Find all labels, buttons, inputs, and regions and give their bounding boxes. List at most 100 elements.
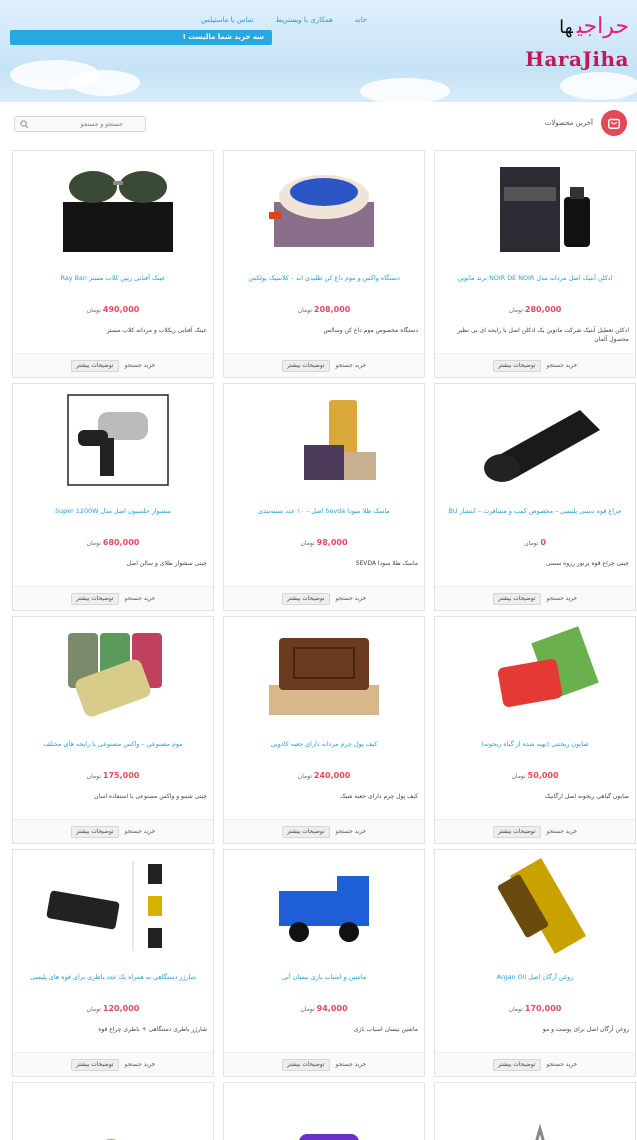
- product-image-wallet[interactable]: [224, 617, 424, 729]
- cloud-decoration: [70, 70, 140, 96]
- price-row: 98,000تومان: [224, 538, 424, 547]
- currency: تومان: [300, 540, 315, 547]
- more-info-button[interactable]: توضیحات بیشتر: [492, 825, 541, 838]
- buy-button[interactable]: خرید جستجو: [547, 1062, 578, 1068]
- product-card[interactable]: [434, 1082, 636, 1140]
- product-title[interactable]: موم مصنوعی – واکس مصنوعی با رایحه های مخ…: [17, 739, 209, 761]
- buy-button[interactable]: خرید جستجو: [125, 363, 156, 369]
- more-info-button[interactable]: توضیحات بیشتر: [281, 825, 330, 838]
- more-info-button[interactable]: توضیحات بیشتر: [492, 1058, 541, 1071]
- currency: تومان: [86, 307, 101, 314]
- card-actions: خرید جستجو توضیحات بیشتر: [224, 1052, 424, 1076]
- site-logo[interactable]: حراجیها HaraJiha: [509, 14, 629, 84]
- product-title[interactable]: ماسک طلا سودا Sevda اصل – ۱۰ عدد بسته‌بن…: [228, 506, 420, 528]
- product-card[interactable]: سشوار حلسیون اصل مدل Super 1200W 680,000…: [12, 383, 214, 611]
- buy-button[interactable]: خرید جستجو: [336, 596, 367, 602]
- product-card[interactable]: عینک آفتابی ریبن کلاب مستر Ray Ban 490,0…: [12, 150, 214, 378]
- product-grid: ادکلن آنتیک اصل مردانه مدل NOIR DE NOIR …: [12, 150, 636, 1140]
- buy-button[interactable]: خرید جستجو: [547, 829, 578, 835]
- product-card[interactable]: کیف پول چرم مردانه دارای جعبه کادویی 240…: [223, 616, 425, 844]
- product-card[interactable]: ادکلن آنتیک اصل مردانه مدل NOIR DE NOIR …: [434, 150, 636, 378]
- product-image-perfume[interactable]: [435, 151, 635, 263]
- product-title[interactable]: چراغ قوه دستی پلیسی – مخصوص کمپ و مسافرت…: [439, 506, 631, 528]
- product-card[interactable]: [12, 1082, 214, 1140]
- product-image-toy-truck[interactable]: [224, 850, 424, 962]
- buy-button[interactable]: خرید جستجو: [125, 829, 156, 835]
- product-title[interactable]: ادکلن آنتیک اصل مردانه مدل NOIR DE NOIR …: [439, 273, 631, 295]
- nav-item-home[interactable]: خانه: [355, 16, 367, 24]
- product-description: چینی شینو و واکس مصنوعی با استفاده اسان: [94, 793, 207, 800]
- product-image-partial[interactable]: [224, 1083, 424, 1140]
- product-image-partial[interactable]: [13, 1083, 213, 1140]
- product-price: 0: [540, 538, 546, 547]
- cloud-decoration: [360, 78, 450, 102]
- product-card[interactable]: [223, 1082, 425, 1140]
- currency: تومان: [511, 773, 526, 780]
- more-info-button[interactable]: توضیحات بیشتر: [281, 359, 330, 372]
- buy-button[interactable]: خرید جستجو: [547, 596, 578, 602]
- product-price: 240,000: [313, 771, 351, 780]
- product-image-partial[interactable]: [435, 1083, 635, 1140]
- more-info-button[interactable]: توضیحات بیشتر: [70, 1058, 119, 1071]
- more-info-button[interactable]: توضیحات بیشتر: [281, 592, 330, 605]
- product-card[interactable]: ماسک طلا سودا Sevda اصل – ۱۰ عدد بسته‌بن…: [223, 383, 425, 611]
- product-image-wax-heater[interactable]: [224, 151, 424, 263]
- currency: تومان: [524, 540, 539, 547]
- product-title[interactable]: ماشین و اسباب بازی نیسان آبی: [228, 972, 420, 994]
- buy-button[interactable]: خرید جستجو: [125, 596, 156, 602]
- card-actions: خرید جستجو توضیحات بیشتر: [435, 586, 635, 610]
- product-image-sunglasses[interactable]: [13, 151, 213, 263]
- product-card[interactable]: ماشین و اسباب بازی نیسان آبی 94,000تومان…: [223, 849, 425, 1077]
- product-title[interactable]: روغن آرگان اصل Argan Oil: [439, 972, 631, 994]
- product-title[interactable]: عینک آفتابی ریبن کلاب مستر Ray Ban: [17, 273, 209, 295]
- more-info-button[interactable]: توضیحات بیشتر: [492, 592, 541, 605]
- currency: تومان: [508, 1006, 523, 1013]
- product-card[interactable]: روغن آرگان اصل Argan Oil 170,000تومان رو…: [434, 849, 636, 1077]
- product-title[interactable]: شارژر دستگاهی به همراه یک عدد باطری برای…: [17, 972, 209, 994]
- product-card[interactable]: صابون ریختنی (تهیه شده از گیاه ریحونه) 5…: [434, 616, 636, 844]
- buy-button[interactable]: خرید جستجو: [125, 1062, 156, 1068]
- card-actions: خرید جستجو توضیحات بیشتر: [13, 819, 213, 843]
- currency: تومان: [86, 773, 101, 780]
- nav-item-partnership[interactable]: همکاری با ویستریط: [276, 16, 333, 24]
- product-title[interactable]: دستگاه واکس و موم داغ کن طلیدی اند – کلا…: [228, 273, 420, 295]
- product-description: عینک آفتابی ریکلاب و مردانه کلاب مستر: [106, 327, 207, 334]
- card-actions: خرید جستجو توضیحات بیشتر: [224, 353, 424, 377]
- card-actions: خرید جستجو توضیحات بیشتر: [435, 353, 635, 377]
- more-info-button[interactable]: توضیحات بیشتر: [492, 359, 541, 372]
- product-price: 175,000: [102, 771, 140, 780]
- more-info-button[interactable]: توضیحات بیشتر: [70, 592, 119, 605]
- product-title[interactable]: سشوار حلسیون اصل مدل Super 1200W: [17, 506, 209, 528]
- product-image-charger[interactable]: [13, 850, 213, 962]
- product-title[interactable]: صابون ریختنی (تهیه شده از گیاه ریحونه): [439, 739, 631, 761]
- product-image-hair-dryer[interactable]: [13, 384, 213, 496]
- price-row: 490,000تومان: [13, 305, 213, 314]
- product-image-argan-oil[interactable]: [435, 850, 635, 962]
- product-image-gold-mask[interactable]: [224, 384, 424, 496]
- buy-button[interactable]: خرید جستجو: [336, 829, 367, 835]
- product-card[interactable]: چراغ قوه دستی پلیسی – مخصوص کمپ و مسافرت…: [434, 383, 636, 611]
- buy-button[interactable]: خرید جستجو: [547, 363, 578, 369]
- product-image-soap[interactable]: [435, 617, 635, 729]
- magnifier-icon[interactable]: [20, 120, 29, 129]
- buy-button[interactable]: خرید جستجو: [336, 1062, 367, 1068]
- logo-persian: حراجیها: [559, 14, 629, 39]
- more-info-button[interactable]: توضیحات بیشتر: [281, 1058, 330, 1071]
- search-input[interactable]: [33, 118, 123, 130]
- buy-button[interactable]: خرید جستجو: [336, 363, 367, 369]
- more-info-button[interactable]: توضیحات بیشتر: [70, 359, 119, 372]
- nav-item-contact[interactable]: تماس با ماستیلس: [201, 16, 253, 24]
- product-title[interactable]: کیف پول چرم مردانه دارای جعبه کادویی: [228, 739, 420, 761]
- price-row: 680,000تومان: [13, 538, 213, 547]
- price-row: 175,000تومان: [13, 771, 213, 780]
- product-image-flashlight[interactable]: [435, 384, 635, 496]
- more-info-button[interactable]: توضیحات بیشتر: [70, 825, 119, 838]
- product-image-wax-beads[interactable]: [13, 617, 213, 729]
- product-price: 94,000: [316, 1004, 348, 1013]
- price-row: 0تومان: [435, 538, 635, 547]
- product-card[interactable]: دستگاه واکس و موم داغ کن طلیدی اند – کلا…: [223, 150, 425, 378]
- product-card[interactable]: شارژر دستگاهی به همراه یک عدد باطری برای…: [12, 849, 214, 1077]
- product-card[interactable]: موم مصنوعی – واکس مصنوعی با رایحه های مخ…: [12, 616, 214, 844]
- product-description: ادکلن تعطیل آنتیک شرکت ماتوین یک ادکلن ا…: [457, 327, 629, 343]
- logo-english: HaraJiha: [525, 47, 629, 71]
